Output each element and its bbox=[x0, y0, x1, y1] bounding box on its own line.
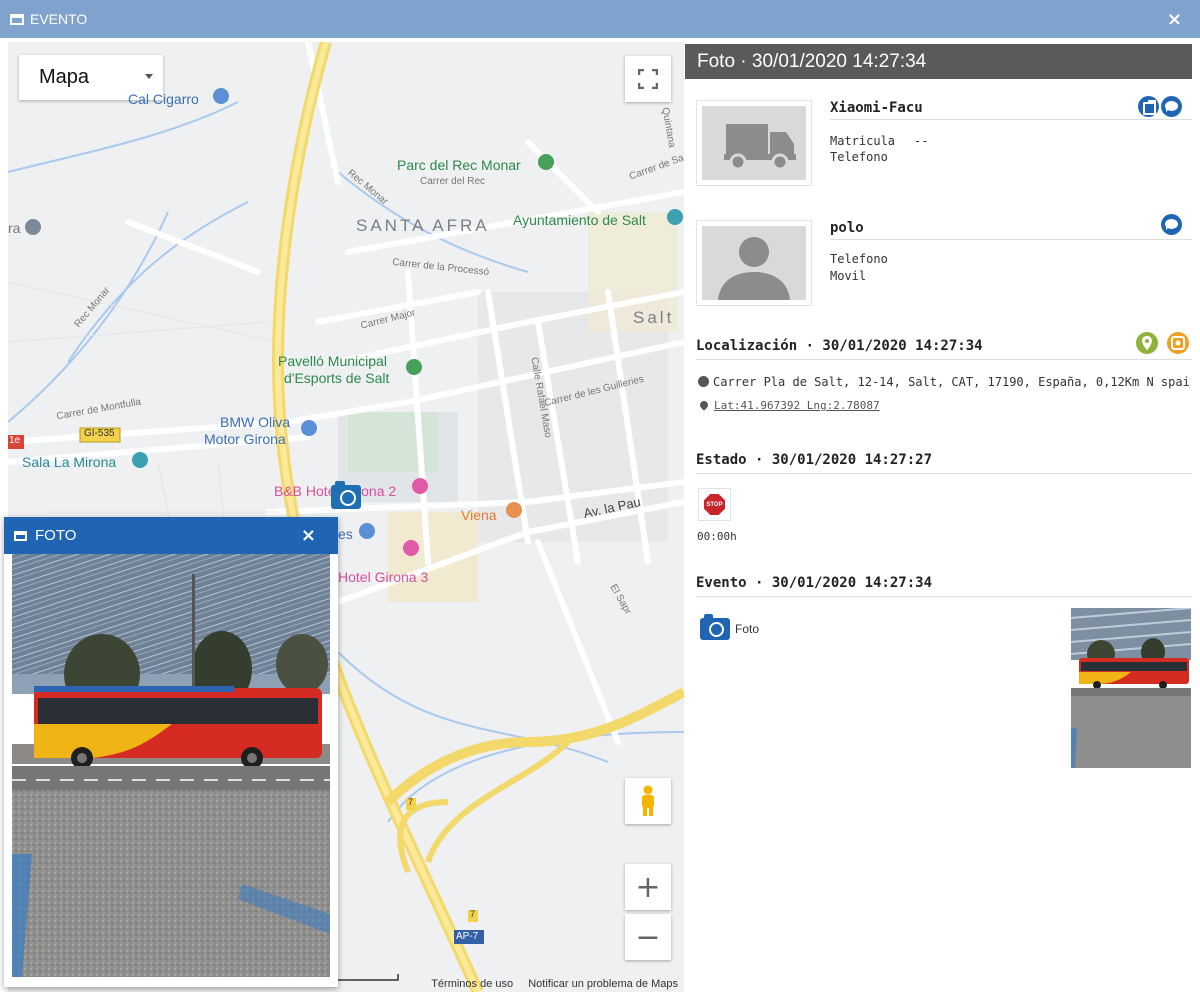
evento-title: Evento · 30/01/2020 14:27:34 bbox=[696, 575, 1192, 597]
foto-close-button[interactable]: × bbox=[301, 525, 316, 546]
road-shield-ap7: AP-7 bbox=[456, 931, 479, 942]
coords-link[interactable]: Lat:41.967392 Lng:2.78087 bbox=[714, 399, 880, 412]
location-pin-icon bbox=[698, 399, 710, 411]
evento-label: Foto bbox=[735, 622, 760, 636]
vehicle-telefono-label: Telefono bbox=[830, 150, 888, 164]
chat-icon[interactable] bbox=[1161, 96, 1182, 117]
zoom-out-button[interactable]: − bbox=[625, 914, 671, 960]
foto-title: FOTO bbox=[35, 527, 77, 544]
road-shield: 1e bbox=[9, 435, 21, 446]
road-shield-gi535: GI-535 bbox=[84, 428, 115, 439]
map-label: SANTA AFRA bbox=[356, 216, 490, 235]
driver-movil-label: Movil bbox=[830, 269, 867, 283]
estado-duration: 00:00h bbox=[697, 530, 737, 543]
evento-window: EVENTO × Mapa + − Cal Cigarro Parc del R… bbox=[0, 0, 1200, 992]
window-icon bbox=[14, 530, 27, 541]
driver-telefono-label: Telefono bbox=[830, 252, 888, 266]
stop-sign-icon: STOP bbox=[704, 494, 725, 515]
map-label: Sala La Mirona bbox=[22, 454, 117, 470]
window-close-button[interactable]: × bbox=[1167, 9, 1182, 30]
map-label: Cal Cigarro bbox=[128, 91, 199, 107]
map-label: Viena bbox=[461, 507, 497, 523]
window-title: EVENTO bbox=[30, 11, 88, 27]
event-photo-thumbnail[interactable] bbox=[1071, 608, 1191, 768]
vehicle-card: Xiaomi-Facu Matricula -- Telefono bbox=[696, 96, 1192, 190]
address-line: Carrer Pla de Salt, 12-14, Salt, CAT, 17… bbox=[698, 375, 1190, 389]
map-label: ra bbox=[8, 220, 21, 236]
globe-icon bbox=[698, 376, 709, 387]
matricula-value: -- bbox=[914, 134, 929, 148]
report-problem-link[interactable]: Notificar un problema de Maps bbox=[528, 978, 678, 990]
map-label: Ayuntamiento de Salt bbox=[513, 212, 646, 228]
zoom-in-button[interactable]: + bbox=[625, 864, 671, 910]
fullscreen-icon bbox=[638, 69, 658, 89]
map-footer: Términos de uso Notificar un problema de… bbox=[419, 978, 678, 990]
window-titlebar: EVENTO × bbox=[0, 0, 1200, 38]
event-photo bbox=[12, 554, 330, 977]
camera-icon bbox=[700, 614, 730, 640]
map-label: Motor Girona bbox=[204, 431, 286, 447]
map-label: es bbox=[338, 526, 353, 542]
pegman-button[interactable] bbox=[625, 778, 671, 824]
address-text: Carrer Pla de Salt, 12-14, Salt, CAT, 17… bbox=[713, 375, 1190, 389]
map-type-label: Mapa bbox=[39, 66, 90, 88]
foto-popup: FOTO × bbox=[4, 517, 338, 987]
map-label: Parc del Rec Monar bbox=[397, 157, 521, 173]
matricula-label: Matricula bbox=[830, 134, 896, 148]
map-label: Carrer del Rec bbox=[420, 176, 486, 187]
coords-line: Lat:41.967392 Lng:2.78087 bbox=[698, 398, 880, 412]
driver-name: polo bbox=[830, 220, 1192, 240]
map-label: Pavelló Municipal bbox=[278, 353, 387, 369]
map-label: d'Esports de Salt bbox=[284, 370, 390, 386]
terms-link[interactable]: Términos de uso bbox=[431, 978, 513, 990]
street-view-icon[interactable] bbox=[1167, 332, 1189, 354]
foto-titlebar: FOTO × bbox=[4, 517, 338, 554]
localizacion-title: Localización · 30/01/2020 14:27:34 bbox=[696, 338, 1192, 360]
map-label: BMW Oliva bbox=[220, 414, 290, 430]
driver-avatar bbox=[696, 220, 812, 306]
map-label: Salt bbox=[633, 308, 675, 327]
truck-icon bbox=[724, 124, 796, 171]
map-pin-icon[interactable] bbox=[1136, 332, 1158, 354]
estado-title: Estado · 30/01/2020 14:27:27 bbox=[696, 452, 1192, 474]
road-shield: 7 bbox=[408, 797, 414, 807]
road-shield: 7 bbox=[470, 909, 476, 919]
window-icon bbox=[10, 13, 24, 25]
map-label: Hotel Girona 3 bbox=[338, 569, 429, 585]
fullscreen-button[interactable] bbox=[625, 56, 671, 102]
person-icon bbox=[718, 237, 790, 300]
external-link-icon[interactable] bbox=[1138, 96, 1159, 117]
chat-icon[interactable] bbox=[1161, 214, 1182, 235]
panel-header: Foto · 30/01/2020 14:27:34 bbox=[685, 44, 1192, 79]
driver-card: polo Telefono Movil bbox=[696, 214, 1192, 310]
stop-status-icon: STOP bbox=[698, 488, 731, 521]
event-detail-panel: Foto · 30/01/2020 14:27:34 Xiaomi-Facu M… bbox=[684, 42, 1200, 992]
chevron-down-icon bbox=[145, 74, 153, 79]
pegman-icon bbox=[642, 785, 654, 816]
camera-event-marker[interactable] bbox=[331, 481, 361, 509]
vehicle-thumbnail bbox=[696, 100, 812, 186]
